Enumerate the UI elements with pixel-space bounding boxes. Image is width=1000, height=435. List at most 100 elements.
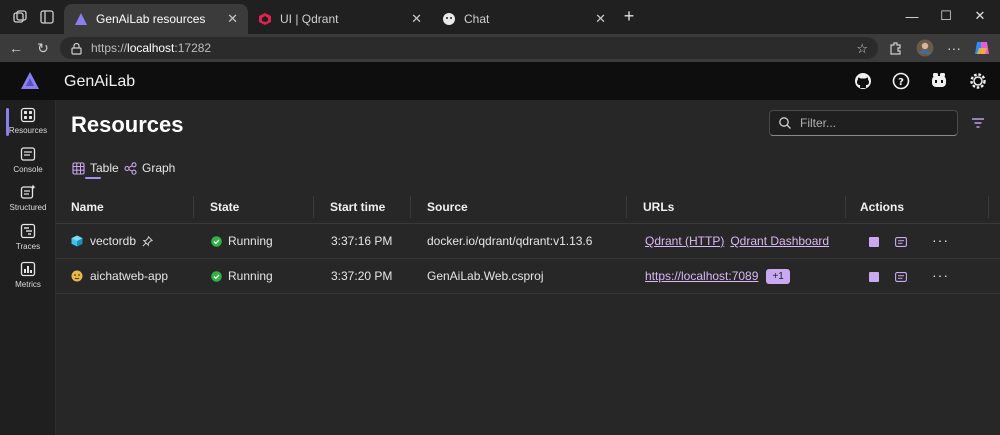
console-logs-button[interactable]: [895, 237, 907, 247]
resources-icon: [20, 107, 36, 123]
favorite-star-icon[interactable]: ☆: [856, 41, 868, 57]
github-icon[interactable]: [853, 71, 873, 91]
tab-label: UI | Qdrant: [280, 12, 339, 26]
extensions-icon[interactable]: [888, 40, 904, 56]
column-resize-handle[interactable]: [626, 196, 627, 218]
filter-field[interactable]: [769, 110, 958, 136]
tab-table-label: Table: [90, 161, 119, 175]
more-options-icon[interactable]: ···: [946, 40, 962, 56]
close-tab-icon[interactable]: ✕: [227, 11, 238, 27]
aspire-logo-icon[interactable]: [20, 71, 40, 91]
column-header-actions: Actions: [860, 199, 905, 214]
tab-genailab-resources[interactable]: GenAiLab resources ✕: [64, 4, 248, 34]
resources-table: Name State Start time Source URLs Action…: [56, 190, 1000, 294]
container-icon: [71, 235, 83, 247]
close-tab-icon[interactable]: ✕: [411, 11, 422, 27]
nav-label: Metrics: [15, 280, 41, 289]
aspire-favicon-icon: [75, 13, 87, 25]
back-icon[interactable]: ←: [8, 40, 24, 56]
console-logs-button[interactable]: [895, 272, 907, 282]
resource-name[interactable]: vectordb: [90, 234, 136, 248]
new-tab-icon[interactable]: +: [619, 6, 639, 26]
column-resize-handle[interactable]: [845, 196, 846, 218]
nav-metrics[interactable]: Metrics: [0, 258, 56, 294]
resource-name-cell: aichatweb-app: [71, 259, 168, 293]
nav-label: Traces: [15, 242, 41, 251]
settings-gear-icon[interactable]: [968, 71, 988, 91]
app-header: GenAiLab ?: [0, 62, 1000, 100]
table-icon: [72, 161, 85, 175]
copilot-assistant-icon[interactable]: [929, 71, 949, 91]
pin-icon[interactable]: [142, 235, 154, 247]
url-protocol: https://: [91, 41, 128, 55]
close-tab-icon[interactable]: ✕: [595, 11, 606, 27]
maximize-icon[interactable]: ☐: [936, 6, 956, 26]
table-row[interactable]: aichatweb-app Running 3:37:20 PM GenAiLa…: [56, 259, 1000, 294]
close-window-icon[interactable]: ✕: [970, 6, 990, 26]
console-icon: [20, 147, 36, 161]
tab-table[interactable]: Table: [72, 158, 119, 179]
tab-qdrant-ui[interactable]: UI | Qdrant ✕: [248, 4, 432, 34]
stop-button[interactable]: [869, 272, 879, 282]
url-link-qdrant-http[interactable]: Qdrant (HTTP): [645, 234, 724, 248]
source-cell: GenAiLab.Web.csproj: [427, 269, 544, 283]
column-header-state[interactable]: State: [210, 190, 239, 223]
column-resize-handle[interactable]: [313, 196, 314, 218]
nav-label: Structured: [9, 203, 47, 212]
profile-avatar[interactable]: [916, 39, 934, 57]
site-info-icon[interactable]: [70, 42, 83, 55]
filter-input[interactable]: [800, 116, 950, 130]
nav-structured[interactable]: Structured: [0, 181, 56, 217]
refresh-icon[interactable]: ↻: [35, 40, 51, 56]
url-link-qdrant-dashboard[interactable]: Qdrant Dashboard: [730, 234, 829, 248]
more-urls-badge[interactable]: +1: [766, 268, 790, 284]
nav-console[interactable]: Console: [0, 143, 56, 179]
tab-graph-label: Graph: [142, 161, 176, 175]
resource-name-cell: vectordb: [71, 224, 154, 258]
browser-tab-bar: GenAiLab resources ✕ UI | Qdrant ✕ Chat …: [0, 0, 1000, 34]
metrics-icon: [20, 261, 36, 277]
column-resize-handle[interactable]: [193, 196, 194, 218]
start-time-cell: 3:37:16 PM: [331, 234, 393, 248]
state-text: Running: [228, 234, 273, 248]
more-actions-button[interactable]: ···: [932, 267, 949, 283]
main-content: Resources Table Graph Name State Start t…: [56, 100, 1000, 435]
browser-address-bar: ← ↻ https://localhost:17282 ☆ ···: [0, 34, 1000, 62]
help-icon[interactable]: ?: [891, 71, 911, 91]
stop-button[interactable]: [869, 237, 879, 247]
tab-chat[interactable]: Chat ✕: [432, 4, 616, 34]
minimize-icon[interactable]: —: [902, 6, 922, 26]
column-resize-handle[interactable]: [988, 196, 989, 218]
tab-actions-icon[interactable]: [39, 9, 55, 25]
url-link-localhost-7089[interactable]: https://localhost:7089: [645, 269, 758, 283]
filter-options-icon[interactable]: [970, 116, 986, 130]
nav-label: Resources: [8, 126, 48, 135]
table-header-row: Name State Start time Source URLs Action…: [56, 190, 1000, 224]
page-title: Resources: [71, 112, 184, 137]
qdrant-favicon-icon: [259, 13, 271, 25]
source-cell: docker.io/qdrant/qdrant:v1.13.6: [427, 234, 593, 248]
aspire-dashboard: GenAiLab ? Resources Console Structured …: [0, 62, 1000, 435]
nav-traces[interactable]: Traces: [0, 220, 56, 256]
running-status-icon: [211, 235, 222, 247]
running-status-icon: [211, 270, 222, 282]
column-header-start-time[interactable]: Start time: [330, 190, 385, 223]
url-field[interactable]: https://localhost:17282 ☆: [60, 37, 878, 59]
column-header-urls[interactable]: URLs: [643, 190, 674, 223]
column-header-source[interactable]: Source: [427, 190, 468, 223]
app-title: GenAiLab: [64, 73, 136, 90]
column-resize-handle[interactable]: [410, 196, 411, 218]
resource-name[interactable]: aichatweb-app: [90, 269, 168, 283]
column-header-name[interactable]: Name: [71, 190, 104, 223]
active-nav-indicator: [6, 108, 9, 136]
nav-resources[interactable]: Resources: [0, 104, 56, 140]
more-actions-button[interactable]: ···: [932, 232, 949, 248]
tab-graph[interactable]: Graph: [124, 158, 175, 178]
nav-label: Console: [13, 165, 43, 174]
workspaces-icon[interactable]: [12, 9, 28, 25]
structured-icon: [20, 184, 36, 199]
state-cell: Running: [211, 224, 273, 258]
copilot-icon[interactable]: [973, 39, 991, 57]
graph-icon: [124, 161, 137, 175]
table-row[interactable]: vectordb Running 3:37:16 PM docker.io/qd…: [56, 224, 1000, 259]
